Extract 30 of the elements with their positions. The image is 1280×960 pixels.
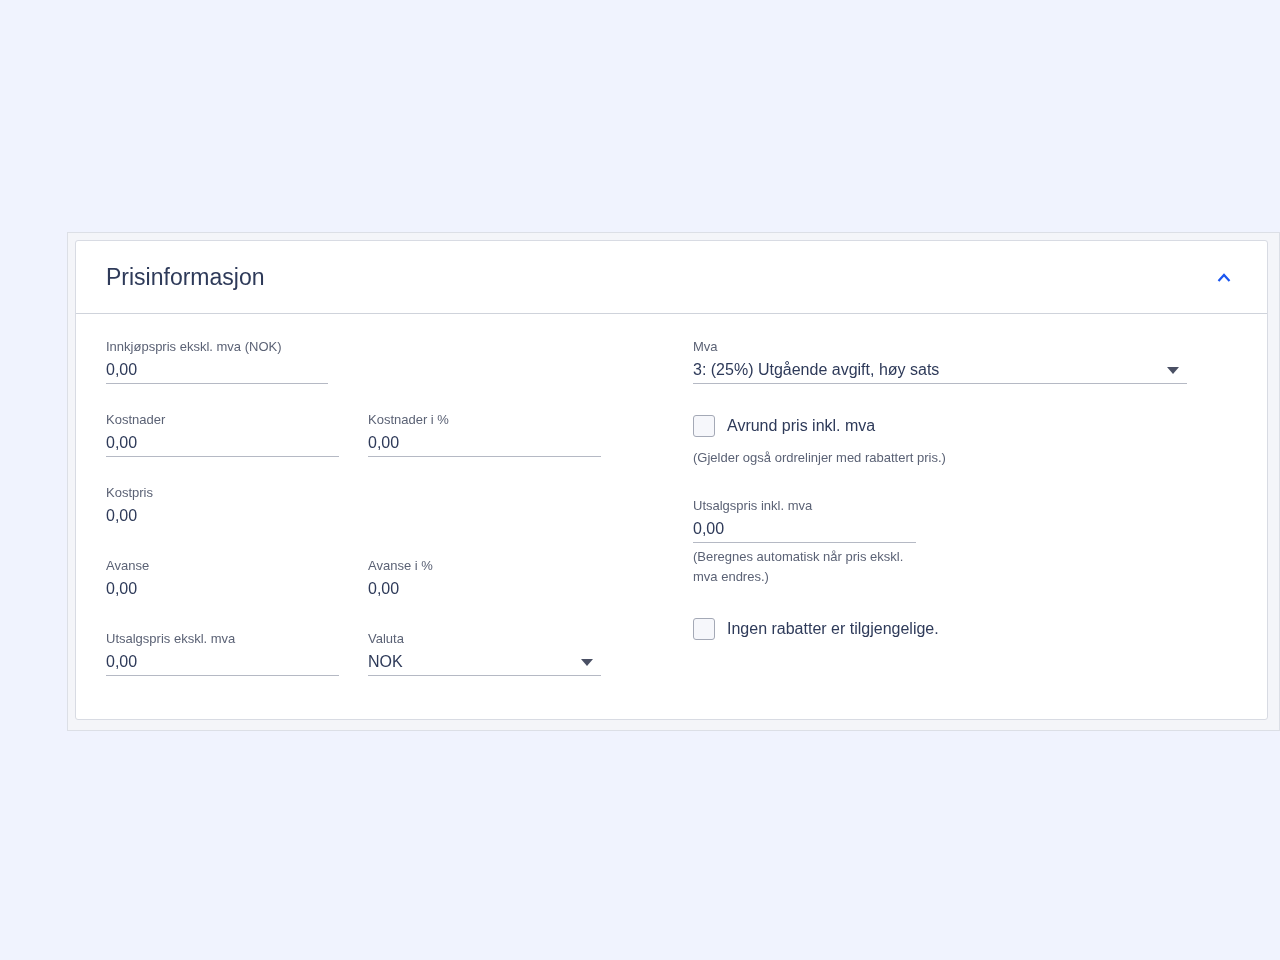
field-label: Kostpris — [106, 485, 154, 501]
dropdown-caret-icon — [581, 658, 593, 666]
field-label: Avanse — [106, 558, 151, 574]
checkbox-label: Avrund pris inkl. mva — [727, 416, 876, 436]
hint-text: (Beregnes automatisk når pris ekskl. mva endres.) — [693, 548, 905, 586]
checkbox-label: Ingen rabatter er tilgjengelige. — [727, 619, 939, 639]
input-field[interactable]: 0,00 — [106, 431, 339, 457]
field-label: Avanse i % — [368, 558, 434, 574]
checkbox[interactable] — [693, 415, 715, 437]
field-label: Mva — [693, 339, 719, 355]
dropdown-caret-icon — [1167, 366, 1179, 374]
input-field[interactable]: 0,00 — [368, 431, 601, 457]
field-label: Innkjøpspris ekskl. mva (NOK) — [106, 339, 283, 355]
field-label: Kostnader i % — [368, 412, 450, 428]
dropdown-field[interactable]: NOK — [368, 650, 601, 676]
field-value: 0,00 — [106, 579, 139, 599]
panel-title: Prisinformasjon — [106, 262, 265, 292]
field-label: Kostnader — [106, 412, 167, 428]
input-field[interactable]: 0,00 — [106, 358, 328, 384]
chevron-icon[interactable] — [1217, 272, 1231, 282]
field-label: Utsalgspris inkl. mva — [693, 498, 814, 514]
input-field[interactable]: 0,00 — [693, 517, 916, 543]
dropdown-field[interactable]: 3: (25%) Utgående avgift, høy sats — [693, 358, 1187, 384]
input-field[interactable]: 0,00 — [106, 650, 339, 676]
field-label: Valuta — [368, 631, 405, 647]
field-value: 0,00 — [368, 579, 401, 599]
field-label: Utsalgspris ekskl. mva — [106, 631, 237, 647]
checkbox[interactable] — [693, 618, 715, 640]
field-value: 0,00 — [106, 506, 139, 526]
hint-text: (Gjelder også ordrelinjer med rabattert pris.) — [693, 449, 947, 467]
